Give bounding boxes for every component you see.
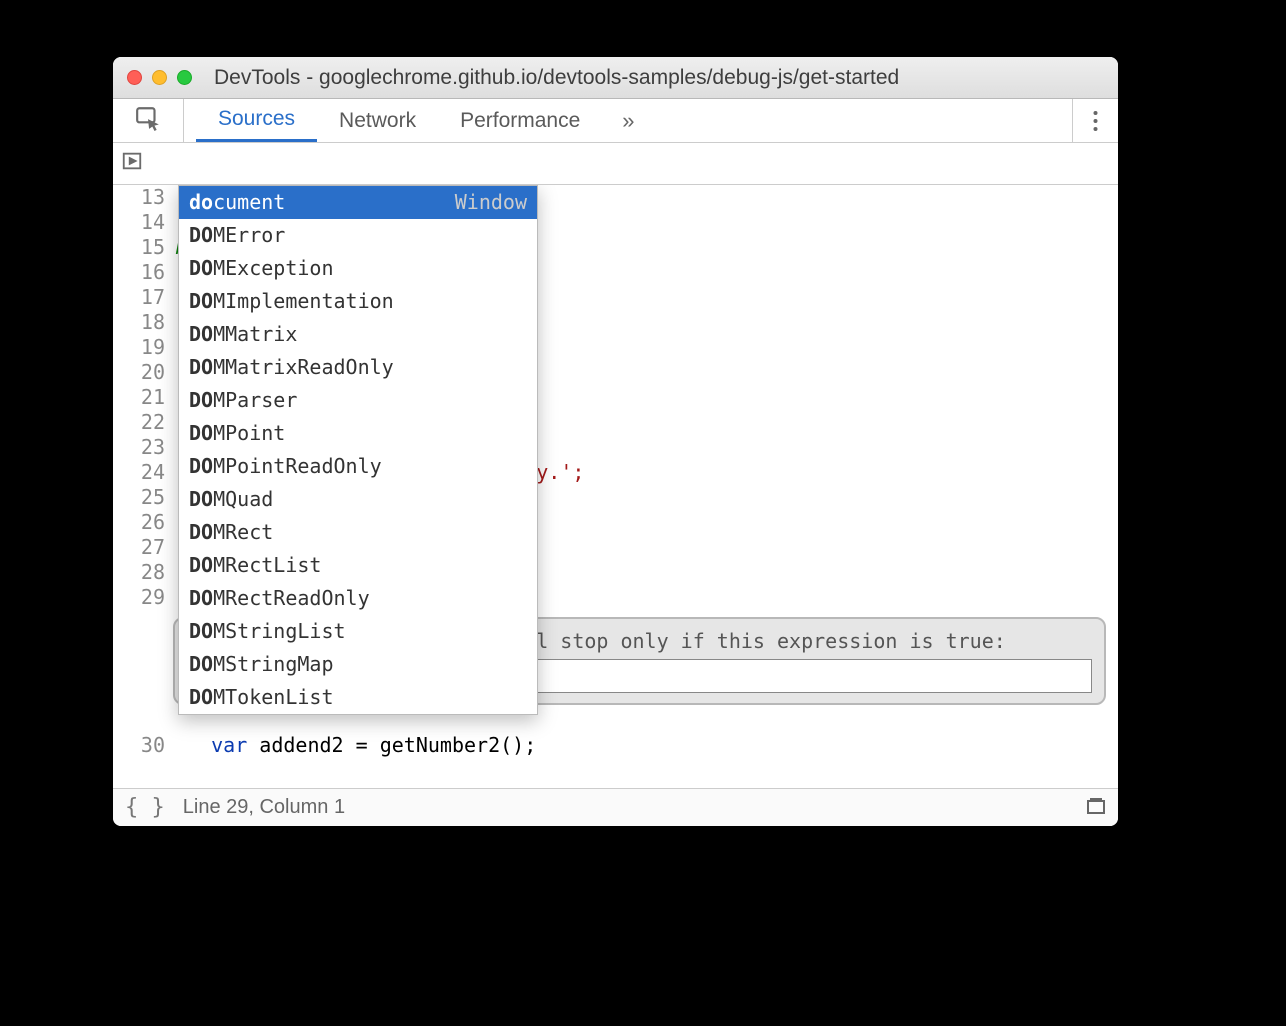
tab-network[interactable]: Network: [317, 99, 438, 142]
minimize-icon[interactable]: [152, 70, 167, 85]
tab-bar: Sources Network Performance »: [113, 99, 1118, 143]
autocomplete-item[interactable]: DOMParser: [179, 384, 537, 417]
code-editor[interactable]: 13141516 17181920 21222324 25262728 29 n…: [113, 185, 1118, 788]
tabs-overflow-button[interactable]: »: [602, 99, 654, 142]
settings-menu-button[interactable]: [1072, 99, 1118, 142]
line-number-30[interactable]: 30: [113, 733, 175, 758]
autocomplete-item[interactable]: DOMStringList: [179, 615, 537, 648]
cursor-position: Line 29, Column 1: [183, 796, 345, 819]
autocomplete-item[interactable]: DOMMatrixReadOnly: [179, 351, 537, 384]
resume-button[interactable]: [121, 150, 143, 177]
inspect-button[interactable]: [113, 99, 184, 142]
autocomplete-item[interactable]: DOMQuad: [179, 483, 537, 516]
tab-performance[interactable]: Performance: [438, 99, 602, 142]
autocomplete-item[interactable]: DOMPointReadOnly: [179, 450, 537, 483]
autocomplete-item[interactable]: DOMImplementation: [179, 285, 537, 318]
coverage-button[interactable]: [1086, 795, 1106, 821]
pretty-print-button[interactable]: { }: [125, 795, 165, 820]
tab-sources[interactable]: Sources: [196, 99, 317, 142]
autocomplete-item[interactable]: DOMPoint: [179, 417, 537, 450]
autocomplete-hint: Window: [455, 190, 527, 215]
autocomplete-item[interactable]: DOMRect: [179, 516, 537, 549]
close-icon[interactable]: [127, 70, 142, 85]
autocomplete-item[interactable]: DOMStringMap: [179, 648, 537, 681]
autocomplete-popup[interactable]: documentWindowDOMErrorDOMExceptionDOMImp…: [178, 185, 538, 715]
autocomplete-item[interactable]: DOMRectList: [179, 549, 537, 582]
status-bar: { } Line 29, Column 1: [113, 788, 1118, 826]
autocomplete-item[interactable]: documentWindow: [179, 186, 537, 219]
line-gutter[interactable]: 13141516 17181920 21222324 25262728 29: [113, 185, 175, 788]
kebab-icon: [1093, 110, 1098, 132]
window-title: DevTools - googlechrome.github.io/devtoo…: [214, 66, 1104, 90]
autocomplete-item[interactable]: DOMException: [179, 252, 537, 285]
autocomplete-item[interactable]: DOMMatrix: [179, 318, 537, 351]
sources-toolbar: [113, 143, 1118, 185]
inspect-icon: [135, 105, 161, 137]
autocomplete-item[interactable]: DOMTokenList: [179, 681, 537, 714]
traffic-lights: [127, 70, 192, 85]
titlebar: DevTools - googlechrome.github.io/devtoo…: [113, 57, 1118, 99]
autocomplete-item[interactable]: DOMError: [179, 219, 537, 252]
autocomplete-item[interactable]: DOMRectReadOnly: [179, 582, 537, 615]
code-line-30: 30 var addend2 = getNumber2();: [113, 733, 1118, 758]
devtools-window: DevTools - googlechrome.github.io/devtoo…: [113, 57, 1118, 826]
maximize-icon[interactable]: [177, 70, 192, 85]
hidden-tab-edge: [184, 99, 196, 142]
